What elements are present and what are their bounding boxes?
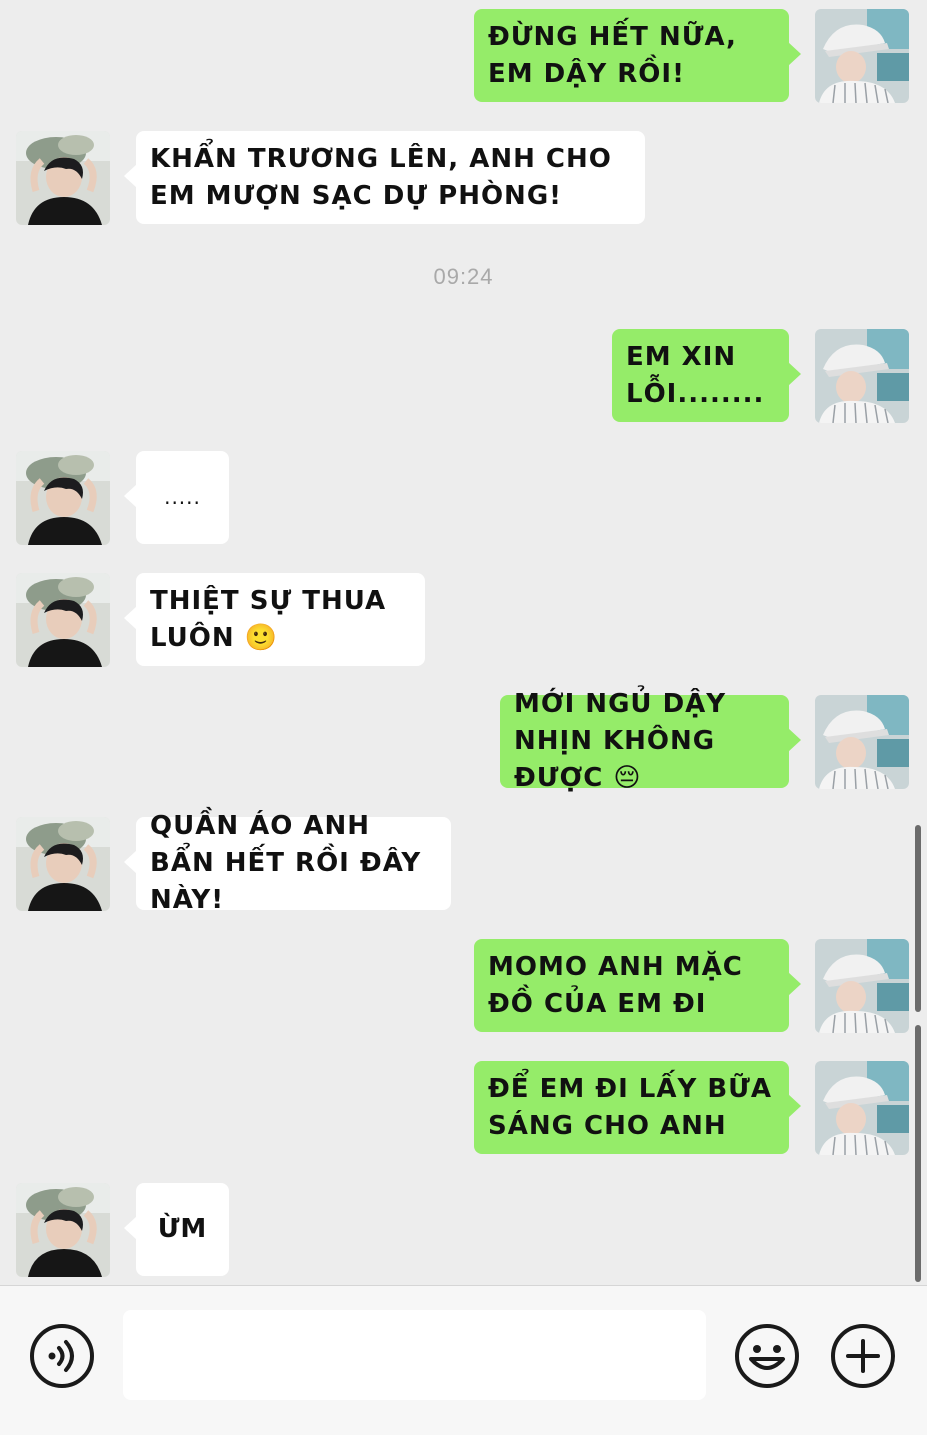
message-text: Mới ngủ dậy nhịn không được 😔 <box>514 689 727 793</box>
message-input[interactable] <box>123 1310 706 1400</box>
user-avatar[interactable] <box>815 939 909 1033</box>
contact-avatar[interactable] <box>16 817 110 911</box>
message-text: Ừm <box>157 1214 208 1244</box>
message-bubble-incoming[interactable]: Thiệt sự thua luôn 🙂 <box>124 573 425 666</box>
message-text: Đừng hết nữa, em dậy rồi! <box>488 21 737 89</box>
message-text: Em xin lỗi........ <box>626 341 765 409</box>
contact-avatar[interactable] <box>16 451 110 545</box>
plus-icon[interactable] <box>828 1321 898 1391</box>
user-avatar[interactable] <box>815 1061 909 1155</box>
message-text: Momo anh mặc đồ của em đi <box>488 951 743 1019</box>
message-bubble-incoming[interactable]: Quần áo anh bẩn hết rồi đây này! <box>124 811 451 915</box>
message-text: Để em đi lấy bữa sáng cho anh <box>488 1073 773 1141</box>
message-row-outgoing: Mới ngủ dậy nhịn không được 😔 <box>0 689 927 793</box>
message-row-incoming: Quần áo anh bẩn hết rồi đây này! <box>0 811 927 915</box>
message-row-outgoing: Để em đi lấy bữa sáng cho anh <box>0 1061 927 1155</box>
message-bubble-outgoing[interactable]: Em xin lỗi........ <box>612 329 801 422</box>
contact-avatar[interactable] <box>16 131 110 225</box>
message-bubble-outgoing[interactable]: Momo anh mặc đồ của em đi <box>474 939 801 1032</box>
user-avatar[interactable] <box>815 9 909 103</box>
message-row-outgoing: Momo anh mặc đồ của em đi <box>0 939 927 1033</box>
message-text: Quần áo anh bẩn hết rồi đây này! <box>150 811 422 915</box>
message-row-outgoing: Em xin lỗi........ <box>0 329 927 423</box>
message-row-incoming: Thiệt sự thua luôn 🙂 <box>0 573 927 667</box>
message-row-incoming: Ừm <box>0 1183 927 1277</box>
scrollbar-thumb[interactable] <box>915 1025 921 1282</box>
message-text: ..... <box>164 485 201 509</box>
contact-avatar[interactable] <box>16 1183 110 1277</box>
message-bubble-incoming[interactable]: Ừm <box>124 1183 229 1276</box>
scrollbar-thumb[interactable] <box>915 825 921 1012</box>
input-bar <box>0 1285 927 1435</box>
message-timestamp: 09:24 <box>433 264 494 289</box>
voice-icon[interactable] <box>27 1321 97 1391</box>
message-bubble-incoming[interactable]: Khẩn trương lên, anh cho em mượn sạc dự … <box>124 131 645 224</box>
message-bubble-outgoing[interactable]: Đừng hết nữa, em dậy rồi! <box>474 9 801 102</box>
contact-avatar[interactable] <box>16 573 110 667</box>
user-avatar[interactable] <box>815 329 909 423</box>
message-text: Khẩn trương lên, anh cho em mượn sạc dự … <box>150 143 612 211</box>
message-row-outgoing: Đừng hết nữa, em dậy rồi! <box>0 9 927 103</box>
message-row-incoming: ..... <box>0 451 927 545</box>
message-bubble-outgoing[interactable]: Mới ngủ dậy nhịn không được 😔 <box>500 689 801 793</box>
chat-area[interactable]: Đừng hết nữa, em dậy rồi! Khẩn trương lê… <box>0 0 927 1285</box>
message-row-incoming: Khẩn trương lên, anh cho em mượn sạc dự … <box>0 131 927 225</box>
emoji-icon[interactable] <box>732 1321 802 1391</box>
message-text: Thiệt sự thua luôn 🙂 <box>150 585 387 653</box>
message-bubble-incoming[interactable]: ..... <box>124 451 229 544</box>
user-avatar[interactable] <box>815 695 909 789</box>
message-bubble-outgoing[interactable]: Để em đi lấy bữa sáng cho anh <box>474 1061 801 1154</box>
